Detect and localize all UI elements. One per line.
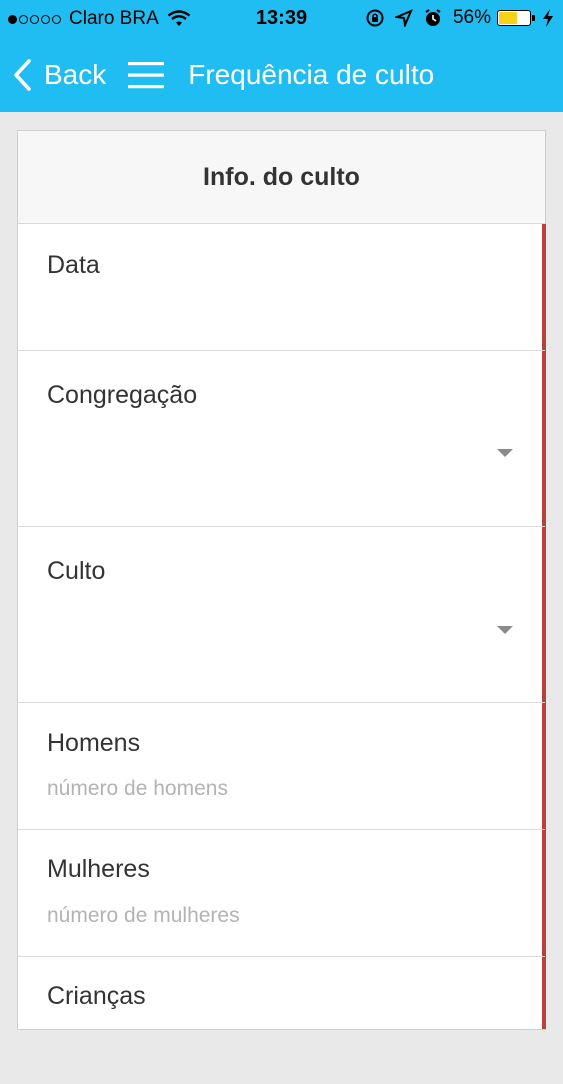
status-bar: Claro BRA 13:39 56% bbox=[0, 0, 563, 38]
men-placeholder: número de homens bbox=[47, 777, 228, 800]
back-button[interactable]: Back bbox=[12, 58, 106, 92]
hamburger-menu-icon bbox=[128, 62, 165, 89]
form-header: Info. do culto bbox=[18, 131, 545, 224]
battery-level bbox=[499, 12, 517, 24]
page-title: Frequência de culto bbox=[188, 59, 435, 90]
back-label: Back bbox=[44, 59, 107, 90]
congregation-select[interactable]: Congregação bbox=[18, 351, 545, 527]
status-right: 56% bbox=[365, 7, 555, 29]
battery-icon bbox=[497, 10, 531, 26]
congregation-label: Congregação bbox=[47, 381, 198, 409]
men-count-field[interactable]: Homens número de homens bbox=[18, 703, 545, 830]
chevron-left-icon bbox=[14, 59, 31, 91]
battery-percent: 56% bbox=[452, 7, 491, 28]
date-field[interactable]: Data bbox=[18, 224, 545, 351]
alarm-icon bbox=[425, 9, 441, 26]
women-label: Mulheres bbox=[47, 855, 150, 883]
chevron-down-icon bbox=[497, 449, 513, 457]
men-label: Homens bbox=[47, 729, 141, 757]
children-count-field[interactable]: Crianças bbox=[18, 957, 545, 1084]
battery-tip bbox=[532, 15, 535, 21]
date-label: Data bbox=[47, 251, 100, 279]
form-card: Info. do culto Data Congregação Culto Ho… bbox=[17, 130, 546, 1030]
hamburger-menu-button[interactable] bbox=[128, 60, 165, 90]
women-count-field[interactable]: Mulheres número de mulheres bbox=[18, 830, 545, 957]
orientation-lock-icon bbox=[366, 9, 384, 27]
top-bar: Claro BRA 13:39 56% Back Frequência de c… bbox=[0, 0, 563, 112]
charging-icon bbox=[543, 9, 553, 27]
culto-label: Culto bbox=[47, 557, 106, 585]
culto-select[interactable]: Culto bbox=[18, 527, 545, 703]
location-icon bbox=[394, 9, 413, 27]
chevron-down-icon bbox=[497, 626, 513, 634]
women-placeholder: número de mulheres bbox=[47, 904, 240, 927]
children-label: Crianças bbox=[47, 982, 146, 1010]
nav-bar: Back Frequência de culto bbox=[0, 44, 563, 106]
